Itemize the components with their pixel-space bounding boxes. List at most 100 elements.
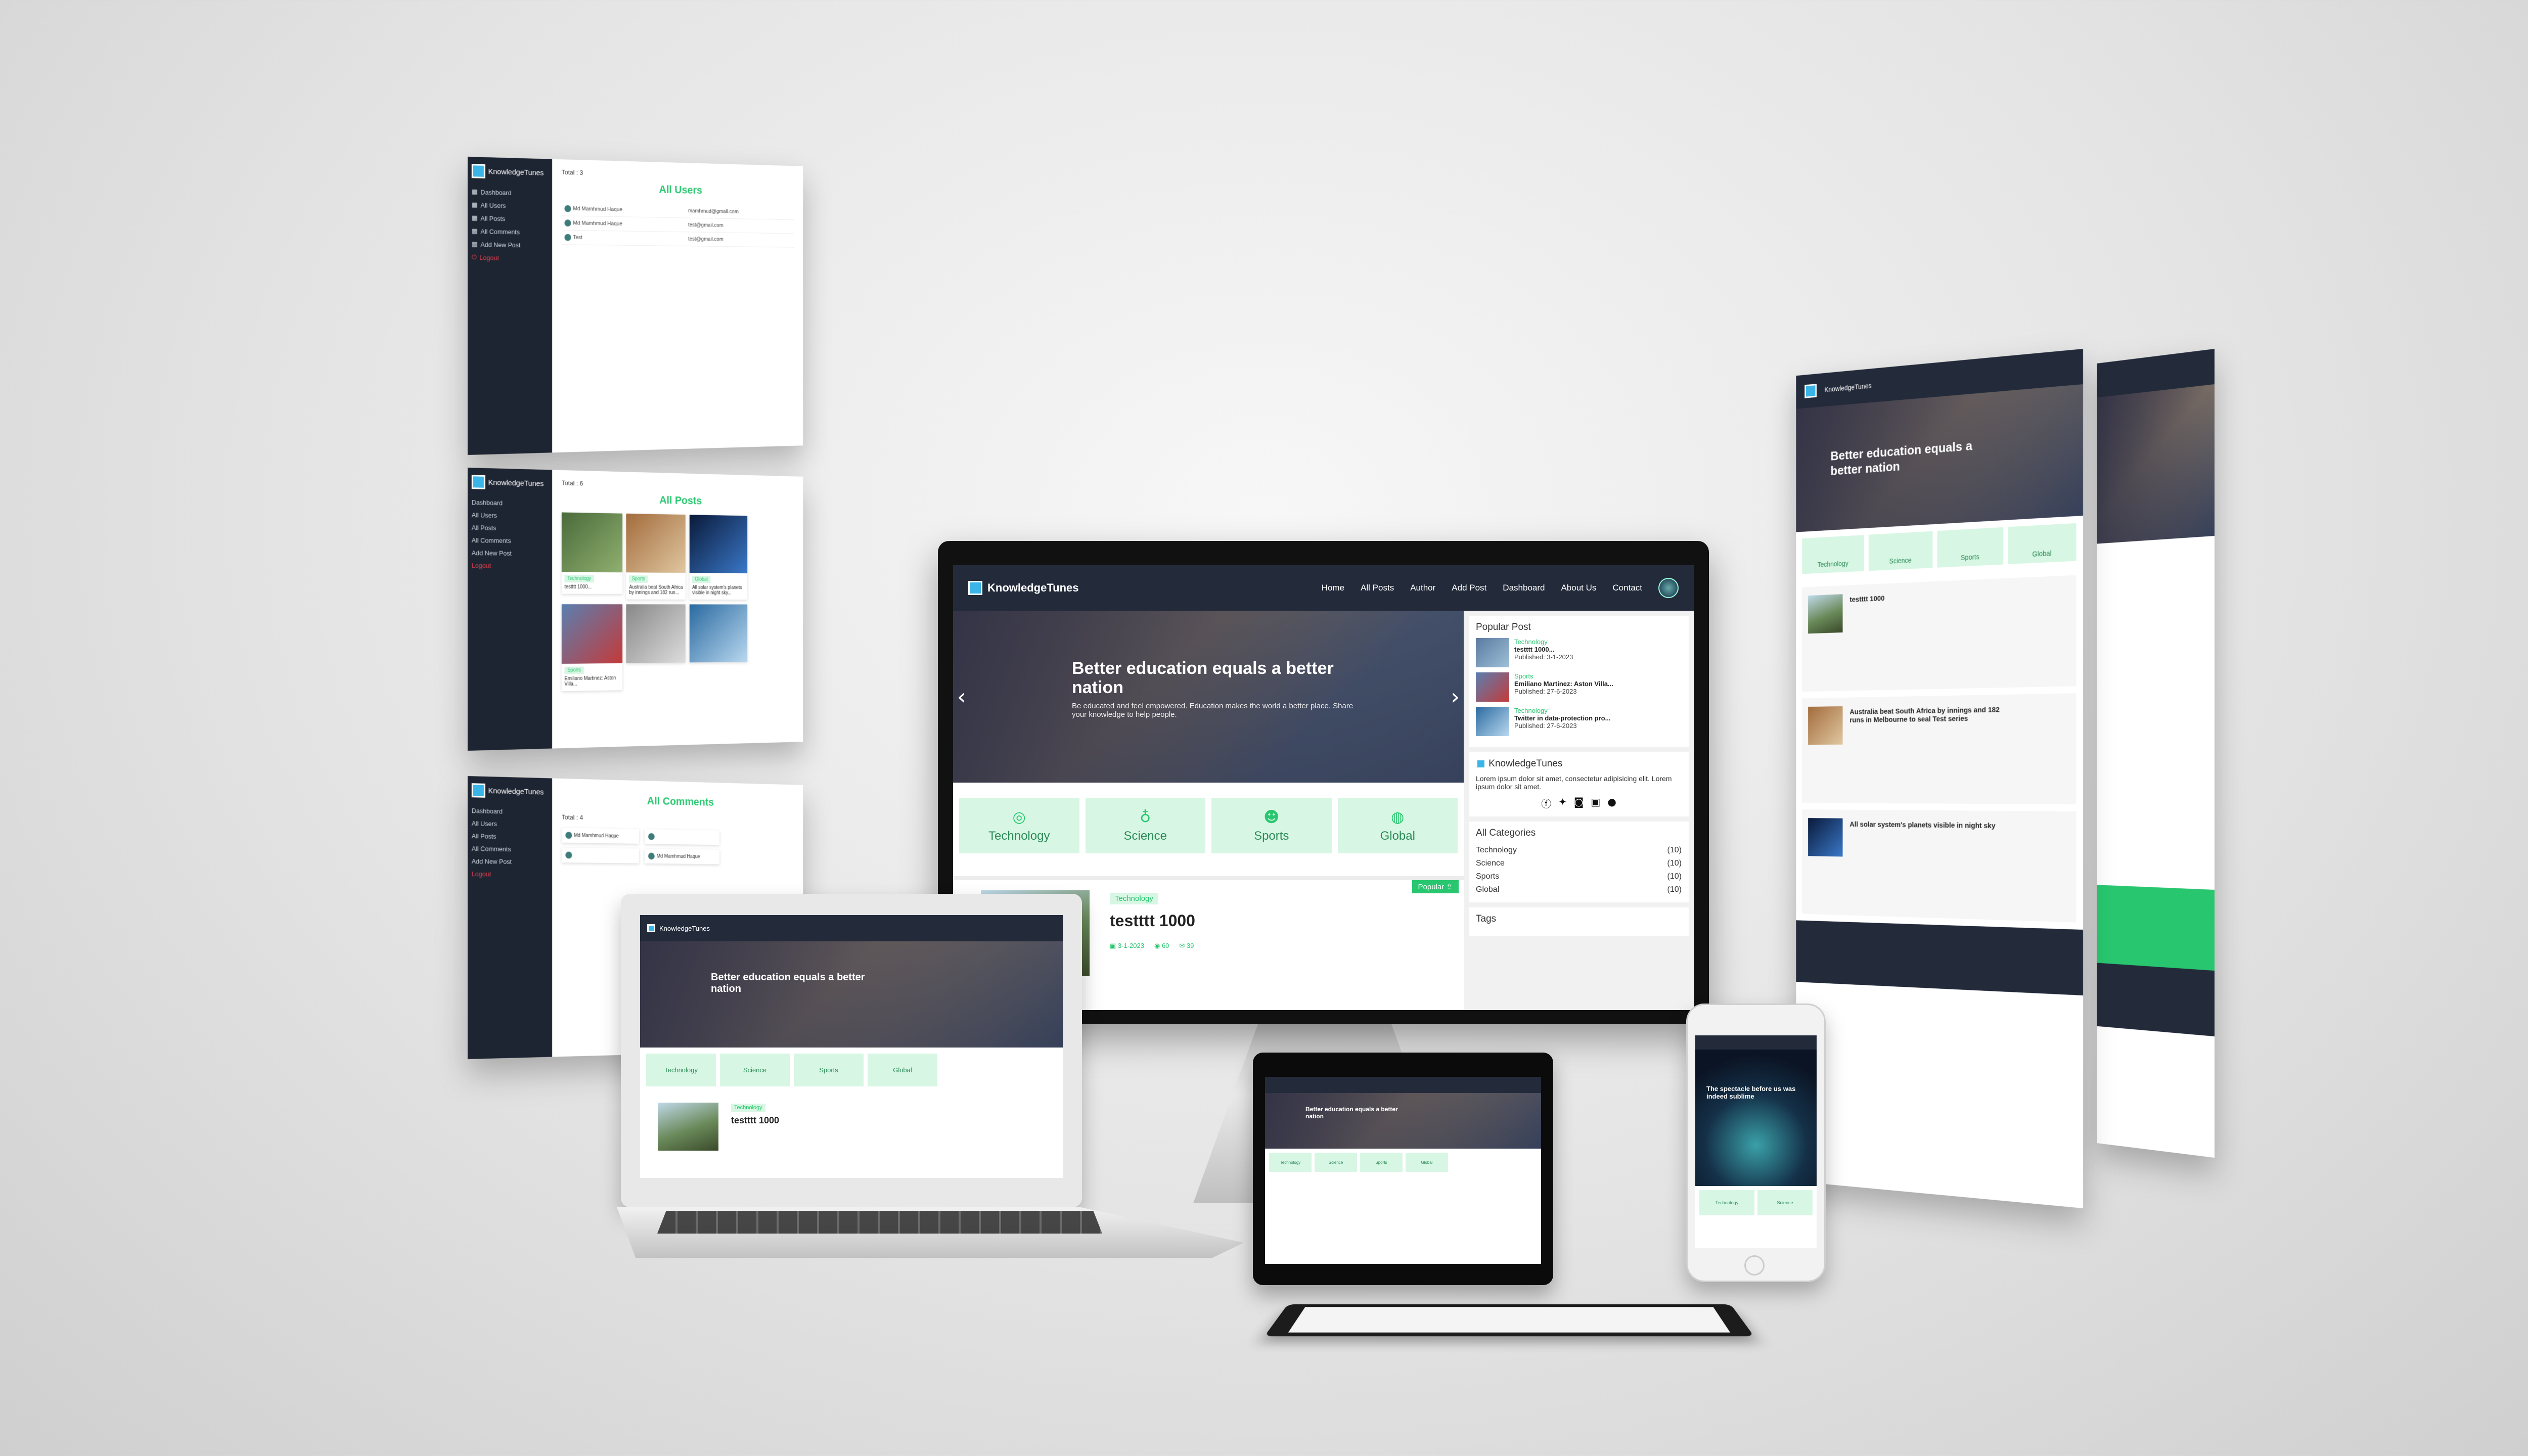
sidebar-item-dashboard[interactable]: ▦ Dashboard <box>472 185 549 200</box>
nav-all-posts[interactable]: All Posts <box>1361 583 1394 593</box>
post-category: Sports <box>629 575 648 583</box>
navbar-brand[interactable]: KnowledgeTunes <box>968 581 1079 595</box>
post-views: ◉ 60 <box>1154 942 1169 950</box>
sidebar-item-comments[interactable]: All Comments <box>472 842 549 856</box>
category-sports[interactable]: Sports <box>1937 527 2004 568</box>
post-category: Sports <box>564 666 584 674</box>
post-card[interactable]: All solar system's planets visible in ni… <box>1802 809 2076 923</box>
category-sports[interactable]: Sports <box>794 1054 864 1086</box>
admin-brand[interactable]: KnowledgeTunes <box>471 164 549 180</box>
category-global[interactable]: ◍ Global <box>1337 798 1458 853</box>
category-science[interactable]: Science <box>720 1054 790 1086</box>
twitter-icon[interactable]: ✦ <box>1558 796 1567 810</box>
sidebar-item-users[interactable]: ▦ All Users <box>472 198 549 213</box>
post-card[interactable]: Australia beat South Africa by innings a… <box>1802 693 2076 804</box>
category-technology[interactable]: Technology <box>1269 1153 1312 1172</box>
sidebar-item-posts[interactable]: ▦ All Posts <box>472 211 549 225</box>
nav-home[interactable]: Home <box>1322 583 1344 593</box>
sidebar-item-dashboard[interactable]: Dashboard <box>472 496 549 510</box>
category-count: (10) <box>1667 885 1682 894</box>
category-technology[interactable]: ◎ Technology <box>959 798 1079 853</box>
right-site-panel[interactable]: KnowledgeTunes Better education equals a… <box>1796 349 2083 1208</box>
sidebar-item-add-post[interactable]: Add New Post <box>472 547 549 560</box>
sidebar-item-logout[interactable]: Logout <box>472 559 549 572</box>
category-global[interactable]: Global <box>1406 1153 1448 1172</box>
tablet-categories: Technology Science Sports Global <box>1265 1149 1452 1176</box>
sidebar-item-add-post[interactable]: ▦ Add New Post <box>472 238 549 252</box>
category-sports[interactable]: Sports <box>1360 1153 1403 1172</box>
about-heading: KnowledgeTunes <box>1476 758 1682 769</box>
post-card[interactable]: Technology testttt 1000... <box>561 512 623 594</box>
post-card[interactable] <box>689 604 748 663</box>
post-card[interactable]: Sports Australia beat South Africa by inn… <box>626 513 686 600</box>
category-sports[interactable]: ☻ Sports <box>1211 798 1332 853</box>
nav-add-post[interactable]: Add Post <box>1452 583 1486 593</box>
sidebar-item-add-post[interactable]: Add New Post <box>472 855 549 868</box>
user-avatar[interactable] <box>1658 578 1679 598</box>
post-category: Technology <box>731 1104 765 1112</box>
sidebar-item-logout[interactable]: ⏻ Logout <box>472 251 549 264</box>
sidebar-item-logout[interactable]: Logout <box>472 868 549 881</box>
popular-item[interactable]: Sports Emiliano Martinez: Aston Villa... P… <box>1476 672 1682 702</box>
instagram-icon[interactable]: ◙ <box>1574 796 1584 810</box>
laptop-navbar: KnowledgeTunes <box>640 915 1063 941</box>
add-icon: ▦ <box>471 240 478 248</box>
sidebar-item-dashboard[interactable]: Dashboard <box>472 804 549 818</box>
phone: The spectacle before us was indeed subli… <box>1686 1004 1826 1282</box>
category-science[interactable]: ♁ Science <box>1085 798 1205 853</box>
category-row[interactable]: Global (10) <box>1476 883 1682 896</box>
facebook-icon[interactable]: ⓕ <box>1541 796 1551 810</box>
linkedin-icon[interactable]: ▣ <box>1591 796 1600 810</box>
popular-item[interactable]: Technology Twitter in data-protection pro… <box>1476 707 1682 736</box>
popular-heading: Popular Post <box>1476 622 1531 632</box>
posts-heading: All Posts <box>659 493 702 507</box>
sidebar-item-users[interactable]: All Users <box>472 509 549 523</box>
category-science[interactable]: Science <box>1315 1153 1357 1172</box>
post-card[interactable] <box>626 604 686 663</box>
post-card[interactable]: Technology testttt 1000 <box>640 1093 943 1168</box>
popular-item[interactable]: Technology testttt 1000... Published: 3-1-… <box>1476 638 1682 667</box>
dashboard-icon: ▦ <box>471 188 478 196</box>
category-row[interactable]: Technology (10) <box>1476 844 1682 857</box>
category-global[interactable]: Global <box>868 1054 937 1086</box>
sidebar-item-comments[interactable]: ▦ All Comments <box>472 224 549 239</box>
sidebar-item-comments[interactable]: All Comments <box>472 534 549 548</box>
admin-brand[interactable]: KnowledgeTunes <box>471 783 549 799</box>
sidebar-item-users[interactable]: All Users <box>472 817 549 831</box>
github-icon[interactable]: ● <box>1607 796 1616 810</box>
user-name-cell: Md Mamhmud Haque <box>561 201 686 218</box>
nav-about-us[interactable]: About Us <box>1561 583 1596 593</box>
sidebar-item-posts[interactable]: All Posts <box>472 830 549 843</box>
popular-badge: Popular ⇪ <box>1412 880 1459 893</box>
nav-contact[interactable]: Contact <box>1612 583 1642 593</box>
sidebar-item-posts[interactable]: All Posts <box>472 521 549 535</box>
category-technology[interactable]: Technology <box>1802 535 1865 574</box>
sidebar-label: All Posts <box>471 524 496 532</box>
popular-date: Published: 27-6-2023 <box>1514 722 1577 730</box>
carousel-prev-icon[interactable]: ‹ <box>957 684 966 710</box>
carousel-next-icon[interactable]: › <box>1451 684 1460 710</box>
brand-name[interactable]: KnowledgeTunes <box>1824 382 1871 394</box>
phone-hero: The spectacle before us was indeed subli… <box>1695 1050 1817 1186</box>
sidebar-label: Add New Post <box>471 549 512 557</box>
category-science[interactable]: Science <box>1868 531 1933 571</box>
post-card[interactable]: testttt 1000 <box>1802 575 2076 692</box>
home-button[interactable] <box>1744 1255 1765 1276</box>
admin-brand[interactable]: KnowledgeTunes <box>471 475 549 490</box>
phone-hero-title: The spectacle before us was indeed subli… <box>1706 1085 1796 1100</box>
post-title: testttt 1000... <box>564 584 592 590</box>
brand-name[interactable]: KnowledgeTunes <box>659 925 710 932</box>
category-technology[interactable]: Technology <box>1699 1190 1754 1215</box>
category-science[interactable]: Science <box>1757 1190 1813 1215</box>
popular-title: testttt 1000... <box>1514 646 1555 653</box>
category-row[interactable]: Science (10) <box>1476 857 1682 870</box>
post-card[interactable]: Global All solar system's planets visible… <box>689 515 748 600</box>
nav-author[interactable]: Author <box>1410 583 1435 593</box>
sidebar-label: Logout <box>471 562 491 570</box>
category-row[interactable]: Sports (10) <box>1476 870 1682 883</box>
nav-dashboard[interactable]: Dashboard <box>1503 583 1545 593</box>
post-card[interactable]: Sports Emiliano Martinez: Aston Villa... <box>561 604 623 692</box>
category-global[interactable]: Global <box>2008 523 2076 565</box>
post-image <box>689 604 748 663</box>
category-technology[interactable]: Technology <box>646 1054 716 1086</box>
